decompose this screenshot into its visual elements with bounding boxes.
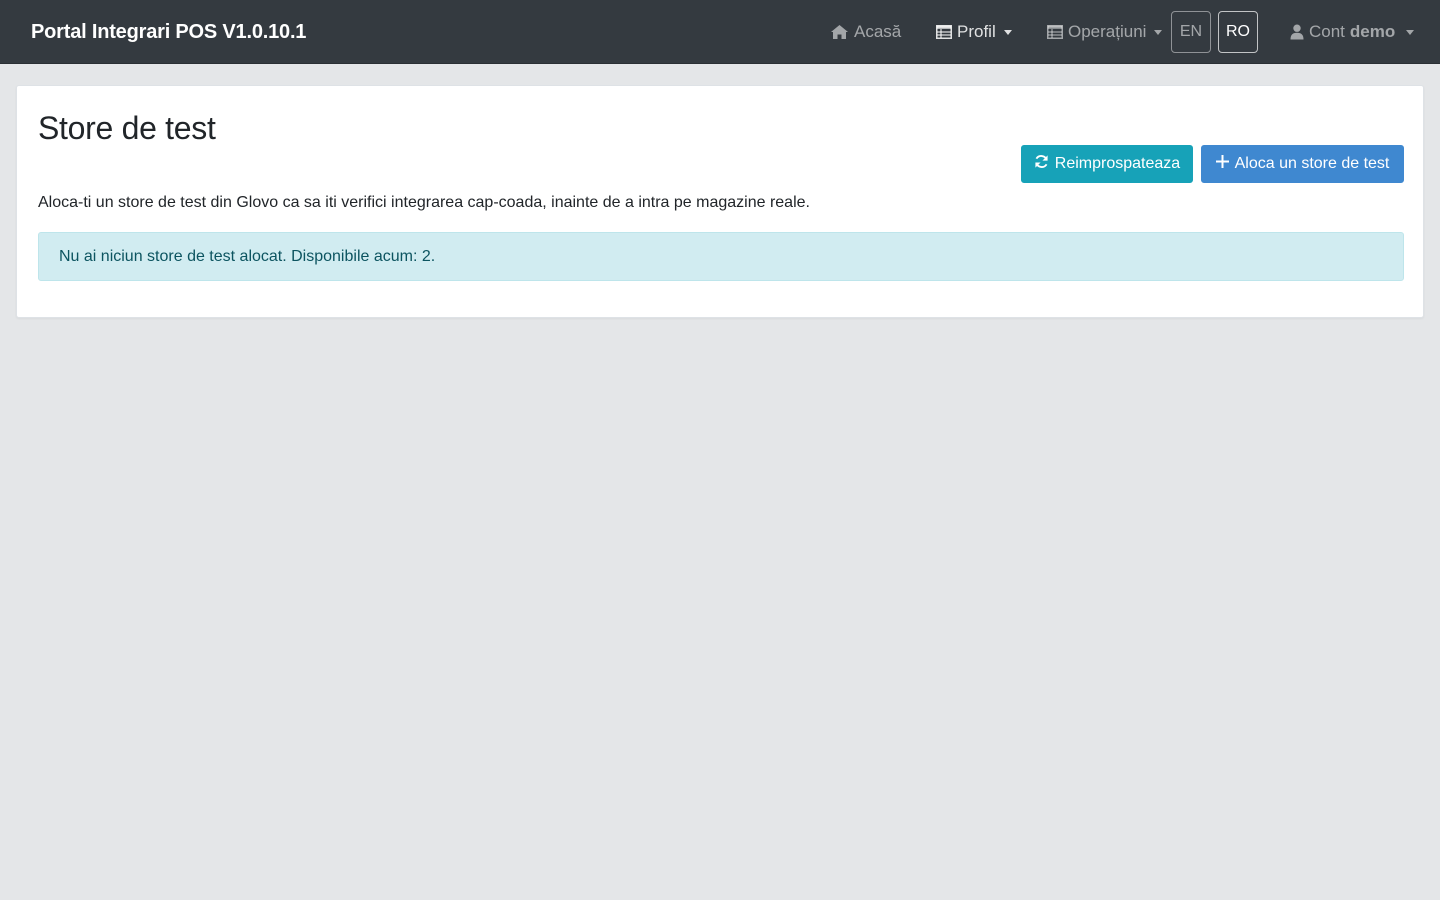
nav-operations-dropdown[interactable]: Operațiuni: [1047, 21, 1163, 43]
nav-profile-dropdown[interactable]: Profil: [936, 21, 1012, 43]
top-navbar: Portal Integrari POS V1.0.10.1 Acasă Pro…: [0, 0, 1440, 64]
test-store-card: Store de test Reimprospateaza Aloca un s…: [16, 85, 1424, 318]
account-prefix-label: Cont: [1309, 22, 1345, 41]
allocate-store-button[interactable]: Aloca un store de test: [1201, 145, 1404, 183]
info-alert-text: Nu ai niciun store de test alocat. Dispo…: [59, 248, 436, 265]
nav-account-dropdown[interactable]: Cont demo: [1290, 21, 1415, 43]
brand-title[interactable]: Portal Integrari POS V1.0.10.1: [31, 21, 306, 44]
account-name-label: demo: [1349, 22, 1396, 41]
chevron-down-icon: [1154, 30, 1163, 35]
refresh-icon: [1034, 154, 1049, 174]
chevron-down-icon: [1003, 30, 1012, 35]
nav-home[interactable]: Acasă: [830, 21, 901, 43]
info-alert: Nu ai niciun store de test alocat. Dispo…: [38, 232, 1404, 281]
refresh-button[interactable]: Reimprospateaza: [1021, 145, 1193, 183]
table-icon: [936, 25, 952, 39]
user-icon: [1290, 24, 1304, 40]
chevron-down-icon: [1406, 30, 1415, 35]
refresh-button-label: Reimprospateaza: [1054, 155, 1181, 172]
page-description: Aloca-ti un store de test din Glovo ca s…: [38, 194, 810, 211]
language-ro-button[interactable]: RO: [1218, 11, 1258, 53]
nav-profile-label: Profil: [957, 22, 996, 41]
plus-icon: [1215, 155, 1229, 173]
allocate-button-label: Aloca un store de test: [1234, 155, 1390, 172]
page-title: Store de test: [38, 110, 216, 146]
nav-home-label: Acasă: [854, 22, 902, 41]
table-icon: [1047, 25, 1063, 39]
nav-operations-label: Operațiuni: [1068, 22, 1147, 41]
language-en-button[interactable]: EN: [1171, 11, 1211, 53]
home-icon: [830, 24, 849, 40]
